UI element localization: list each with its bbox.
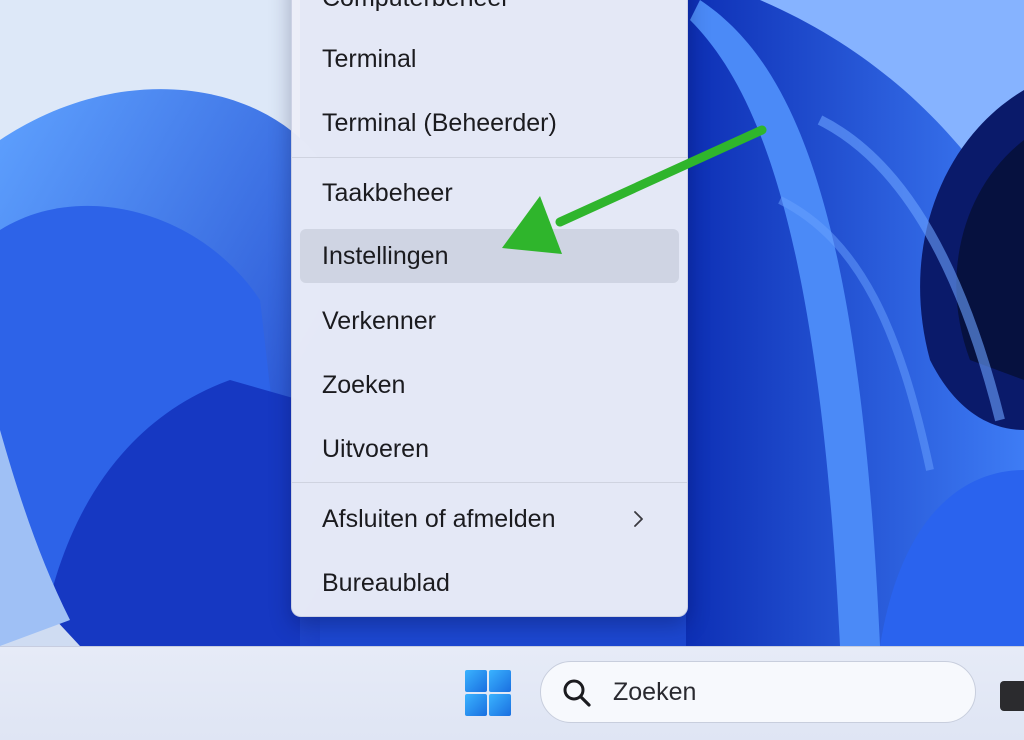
menu-item-instellingen[interactable]: Instellingen [300, 229, 679, 283]
menu-item-label: Instellingen [322, 241, 449, 270]
menu-item-label: Bureaublad [322, 568, 450, 597]
menu-item-label: Afsluiten of afmelden [322, 504, 556, 533]
menu-item-label: Terminal [322, 44, 417, 73]
menu-separator [292, 157, 687, 158]
menu-item-verkenner[interactable]: Verkenner [300, 294, 679, 348]
search-icon [563, 679, 591, 707]
menu-item-label: Uitvoeren [322, 434, 429, 463]
menu-item-label: Computerbeheer [322, 0, 510, 13]
menu-item-terminal[interactable]: Terminal [300, 32, 679, 86]
menu-item-label: Terminal (Beheerder) [322, 108, 557, 137]
taskbar-search-box[interactable]: Zoeken [540, 661, 976, 723]
search-placeholder: Zoeken [613, 678, 697, 706]
menu-item-bureaublad[interactable]: Bureaublad [300, 556, 679, 610]
menu-item-label: Taakbeheer [322, 178, 453, 207]
taskbar: Zoeken [0, 646, 1024, 740]
menu-item-zoeken[interactable]: Zoeken [300, 358, 679, 412]
menu-item-computerbeheer[interactable]: Computerbeheer [300, 0, 679, 25]
menu-item-afsluiten[interactable]: Afsluiten of afmelden [300, 492, 679, 546]
windows-logo-icon[interactable] [464, 669, 512, 717]
menu-item-label: Verkenner [322, 306, 436, 335]
start-context-menu: Computerbeheer Terminal Terminal (Beheer… [291, 0, 688, 617]
menu-separator [292, 482, 687, 483]
chevron-right-icon [634, 511, 643, 527]
menu-item-label: Zoeken [322, 370, 406, 399]
menu-item-uitvoeren[interactable]: Uitvoeren [300, 422, 679, 476]
menu-item-taakbeheer[interactable]: Taakbeheer [300, 166, 679, 220]
menu-item-terminal-admin[interactable]: Terminal (Beheerder) [300, 96, 679, 150]
taskbar-app-icon[interactable] [1000, 681, 1024, 711]
